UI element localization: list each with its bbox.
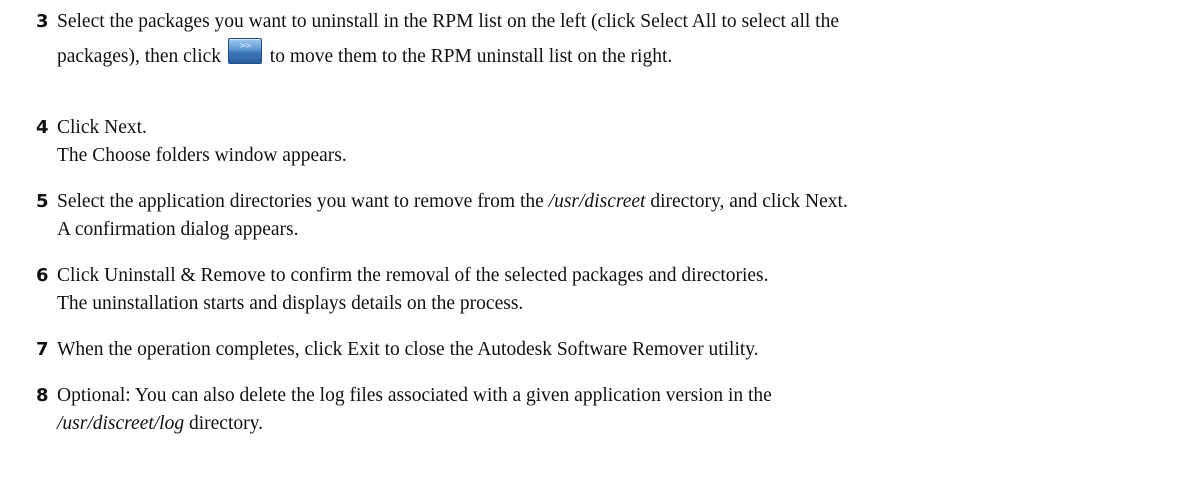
step-line: Click Next. [57,117,147,138]
step-number: 4 [36,117,49,138]
step-result-line: The uninstallation starts and displays d… [57,293,524,314]
move-right-button-icon: >> [227,38,262,64]
step-number: 6 [36,265,49,286]
step-number: 7 [36,339,49,360]
step-line: Select the packages you want to uninstal… [57,11,839,32]
step-text: Optional: You can also delete the log fi… [57,382,1172,438]
step-text: Select the application directories you w… [57,188,1172,244]
step-line: packages), then click >> to move them to… [57,34,1172,80]
step-result-line: The Choose folders window appears. [57,145,347,166]
step-number: 5 [36,191,49,212]
step-line: /usr/discreet/log directory. [57,410,1172,438]
step-number: 8 [36,385,49,406]
step-text: Click Uninstall & Remove to confirm the … [57,262,1172,318]
step-text-segment: Select the application directories you w… [57,191,544,212]
step-result-line: A confirmation dialog appears. [57,219,299,240]
double-chevron-right-icon: >> [239,41,251,50]
step-line: Click Uninstall & Remove to confirm the … [57,265,769,286]
step-line: Select the application directories you w… [57,188,1172,216]
directory-path: /usr/discreet/log [57,413,185,434]
step-text-segment: directory, and click Next. [650,191,848,212]
step-text: Select the packages you want to uninstal… [57,8,1172,80]
step-line: Optional: You can also delete the log fi… [57,385,772,406]
step-text-segment: to move them to the RPM uninstall list o… [269,46,673,67]
directory-path: /usr/discreet [548,191,646,212]
step-text: When the operation completes, click Exit… [57,336,1172,364]
step-number: 3 [36,11,49,32]
step-text: Click Next. The Choose folders window ap… [57,114,1172,170]
step-text-segment: directory. [188,413,263,434]
step-text-segment: packages), then click [57,46,222,67]
step-line: When the operation completes, click Exit… [57,339,759,360]
